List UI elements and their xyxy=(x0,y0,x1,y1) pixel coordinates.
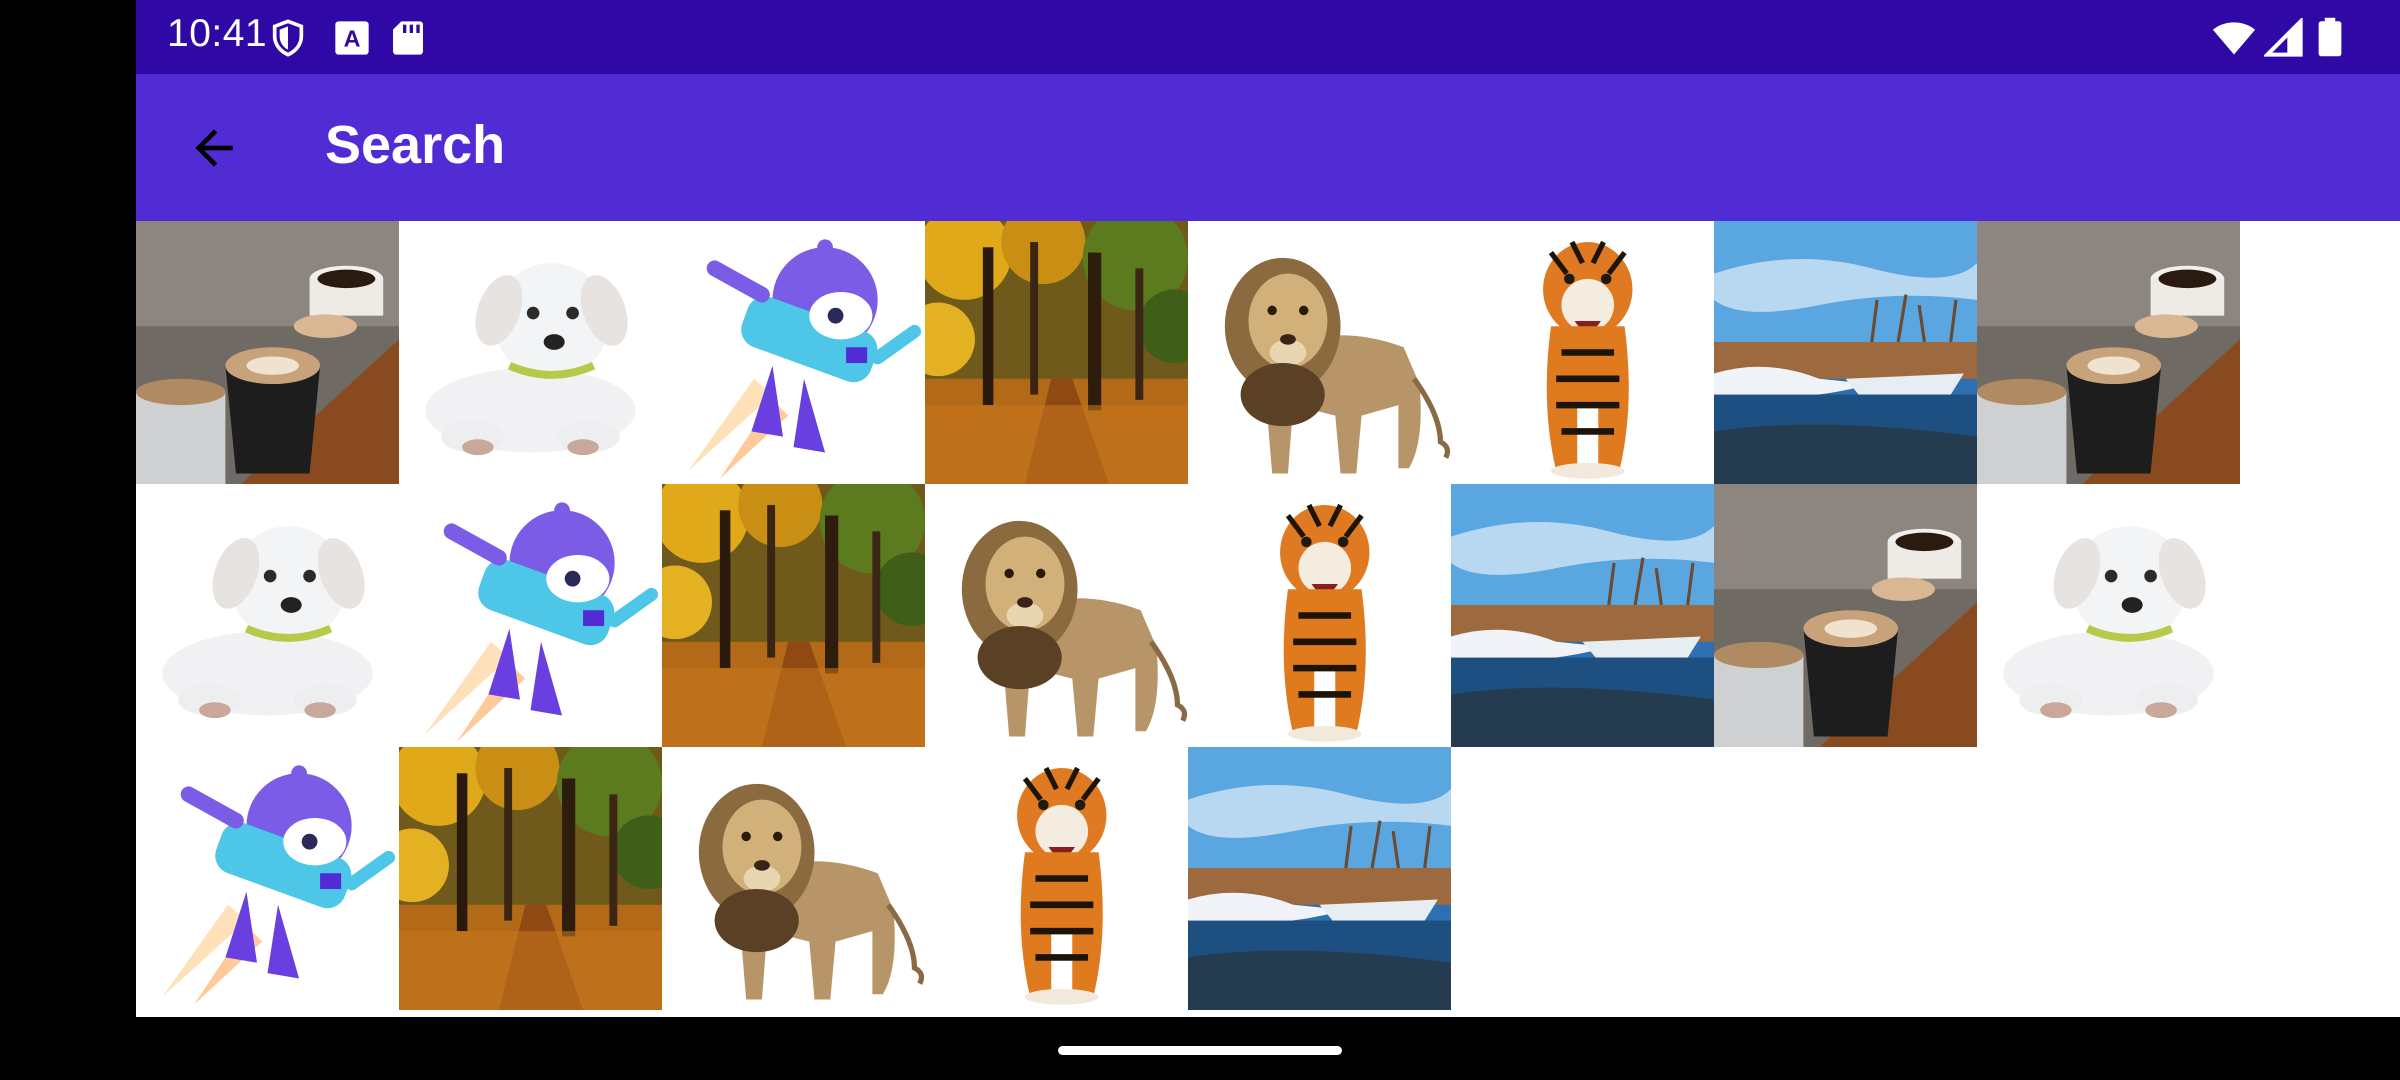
font-a-icon: A xyxy=(335,21,369,55)
river-image[interactable] xyxy=(1451,484,1714,747)
dotnet-bot-image-graphic xyxy=(136,747,399,1010)
puppy-image[interactable] xyxy=(399,221,662,484)
dotnet-bot-image-graphic xyxy=(399,484,662,747)
lion-image[interactable] xyxy=(662,747,925,1010)
app-bar: Search xyxy=(136,74,2400,221)
forest-image-graphic xyxy=(399,747,662,1010)
coffee-image-graphic xyxy=(136,221,399,484)
tiger-image-graphic xyxy=(1451,221,1714,484)
puppy-image[interactable] xyxy=(136,484,399,747)
river-image[interactable] xyxy=(1188,747,1451,1010)
coffee-image[interactable] xyxy=(1714,484,1977,747)
tiger-image[interactable] xyxy=(1451,221,1714,484)
gesture-nav-handle[interactable] xyxy=(1058,1046,1342,1055)
forest-image[interactable] xyxy=(399,747,662,1010)
tiger-image[interactable] xyxy=(925,747,1188,1010)
tiger-image-graphic xyxy=(1188,484,1451,747)
river-image-graphic xyxy=(1188,747,1451,1010)
tiger-image-graphic xyxy=(925,747,1188,1010)
puppy-image-graphic xyxy=(399,221,662,484)
wifi-icon xyxy=(2212,22,2256,55)
sd-card-icon xyxy=(393,21,423,55)
puppy-image-graphic xyxy=(136,484,399,747)
lion-image[interactable] xyxy=(925,484,1188,747)
dotnet-bot-image[interactable] xyxy=(136,747,399,1010)
river-image[interactable] xyxy=(1714,221,1977,484)
dotnet-bot-image[interactable] xyxy=(662,221,925,484)
arrow-back-icon xyxy=(195,129,233,167)
lion-image-graphic xyxy=(925,484,1188,747)
river-image-graphic xyxy=(1714,221,1977,484)
shield-icon xyxy=(272,19,304,57)
svg-text:A: A xyxy=(344,25,361,51)
forest-image[interactable] xyxy=(925,221,1188,484)
dotnet-bot-image[interactable] xyxy=(399,484,662,747)
coffee-image[interactable] xyxy=(136,221,399,484)
app-screen: 10:41 A Search xyxy=(136,0,2400,1017)
status-bar: 10:41 A xyxy=(136,0,2400,74)
puppy-image[interactable] xyxy=(1977,484,2240,747)
status-time: 10:41 xyxy=(167,12,268,55)
puppy-image-graphic xyxy=(1977,484,2240,747)
forest-image[interactable] xyxy=(662,484,925,747)
signal-icon xyxy=(2264,18,2303,57)
coffee-image-graphic xyxy=(1977,221,2240,484)
river-image-graphic xyxy=(1451,484,1714,747)
coffee-image[interactable] xyxy=(1977,221,2240,484)
left-black-bar xyxy=(0,0,136,1080)
back-button[interactable] xyxy=(166,100,262,196)
page-title: Search xyxy=(325,115,506,175)
forest-image-graphic xyxy=(925,221,1188,484)
dotnet-bot-image-graphic xyxy=(662,221,925,484)
lion-image-graphic xyxy=(1188,221,1451,484)
tiger-image[interactable] xyxy=(1188,484,1451,747)
lion-image[interactable] xyxy=(1188,221,1451,484)
forest-image-graphic xyxy=(662,484,925,747)
lion-image-graphic xyxy=(662,747,925,1010)
battery-icon xyxy=(2318,17,2342,57)
coffee-image-graphic xyxy=(1714,484,1977,747)
